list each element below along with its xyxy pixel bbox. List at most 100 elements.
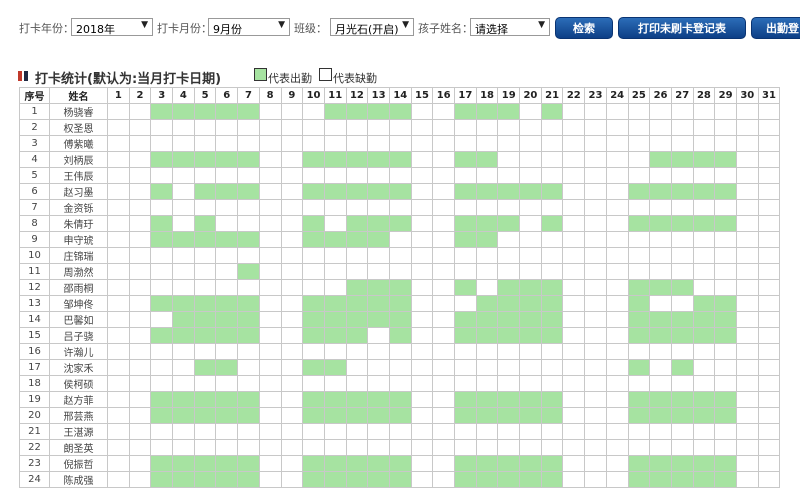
day-cell-absent [605,455,629,472]
day-cell-absent [107,183,130,200]
attendance-button[interactable]: 出勤登 [751,17,800,39]
day-cell-absent [475,343,499,360]
day-cell-absent [519,119,542,136]
day-cell-present [454,215,477,232]
table-row: 4 刘柄辰 [19,151,781,168]
day-cell-absent [670,263,694,280]
day-cell-absent [584,375,607,392]
day-cell-absent [670,119,694,136]
day-cell-present [670,407,694,424]
search-button[interactable]: 检索 [555,17,613,39]
day-cell-absent [757,119,781,136]
day-cell-absent [735,135,759,152]
day-cell-absent [150,167,174,184]
day-cell-absent [649,231,672,248]
day-cell-absent [150,439,174,456]
day-cell-absent [735,263,759,280]
day-cell-absent [128,295,152,312]
day-cell-present [150,455,174,472]
day-cell-present [497,311,521,328]
day-cell-absent [670,167,694,184]
student-name: 申守琥 [49,231,108,248]
day-cell-absent [540,343,564,360]
row-index: 1 [19,103,50,120]
day-cell-absent [215,375,239,392]
day-cell-absent [323,263,347,280]
day-cell-present [454,327,477,344]
day-cell-absent [280,391,304,408]
day-cell-absent [107,407,130,424]
day-cell-absent [584,439,607,456]
day-cell-present [388,279,412,296]
day-cell-absent [605,343,629,360]
day-cell-absent [519,247,542,264]
day-cell-present [475,231,499,248]
day-cell-absent [757,407,781,424]
row-index: 20 [19,407,50,424]
day-cell-absent [172,279,195,296]
year-select[interactable]: 2018年 ▼ [71,18,153,36]
day-cell-absent [692,135,716,152]
child-select[interactable]: 请选择 ▼ [470,18,550,36]
day-cell-absent [627,263,651,280]
day-cell-absent [128,391,152,408]
day-cell-absent [605,215,629,232]
header-day: 26 [649,87,672,104]
day-cell-absent [497,151,521,168]
day-cell-absent [410,135,434,152]
day-cell-present [649,407,672,424]
table-row: 3 傅紫曦 [19,135,781,152]
student-name: 赵习墨 [49,183,108,200]
print-unswiped-button[interactable]: 打印未刷卡登记表 [618,17,746,39]
day-cell-absent [714,279,737,296]
day-cell-present [237,183,260,200]
day-cell-present [367,295,390,312]
day-cell-absent [107,327,130,344]
day-cell-present [302,455,325,472]
day-cell-absent [107,455,130,472]
day-cell-absent [475,279,499,296]
day-cell-absent [627,231,651,248]
day-cell-present [193,183,217,200]
day-cell-absent [107,215,130,232]
day-cell-absent [540,263,564,280]
day-cell-present [627,279,651,296]
header-day: 19 [497,87,521,104]
day-cell-absent [605,199,629,216]
day-cell-absent [367,423,390,440]
table-row: 21 王湛源 [19,423,781,440]
day-cell-absent [150,199,174,216]
day-cell-absent [410,151,434,168]
student-name: 许瀚儿 [49,343,108,360]
header-day: 16 [432,87,455,104]
dropdown-arrow-icon: ▼ [402,20,409,30]
day-cell-absent [432,215,455,232]
day-cell-present [714,407,737,424]
day-cell-absent [605,279,629,296]
day-cell-absent [432,295,455,312]
day-cell-absent [519,375,542,392]
day-cell-absent [757,391,781,408]
day-cell-present [649,151,672,168]
day-cell-absent [584,407,607,424]
day-cell-absent [735,391,759,408]
day-cell-present [237,263,260,280]
day-cell-present [172,151,195,168]
month-select[interactable]: 9月份 ▼ [208,18,290,36]
day-cell-absent [584,327,607,344]
day-cell-present [367,455,390,472]
table-row: 16 许瀚儿 [19,343,781,360]
day-cell-absent [757,151,781,168]
day-cell-absent [454,247,477,264]
day-cell-present [237,327,260,344]
day-cell-absent [172,247,195,264]
day-cell-absent [345,343,369,360]
header-day: 6 [215,87,239,104]
day-cell-absent [584,343,607,360]
day-cell-absent [107,247,130,264]
day-cell-absent [345,199,369,216]
day-cell-absent [714,263,737,280]
class-select[interactable]: 月光石(开启) ▼ [330,18,414,36]
day-cell-present [454,455,477,472]
day-cell-absent [172,263,195,280]
